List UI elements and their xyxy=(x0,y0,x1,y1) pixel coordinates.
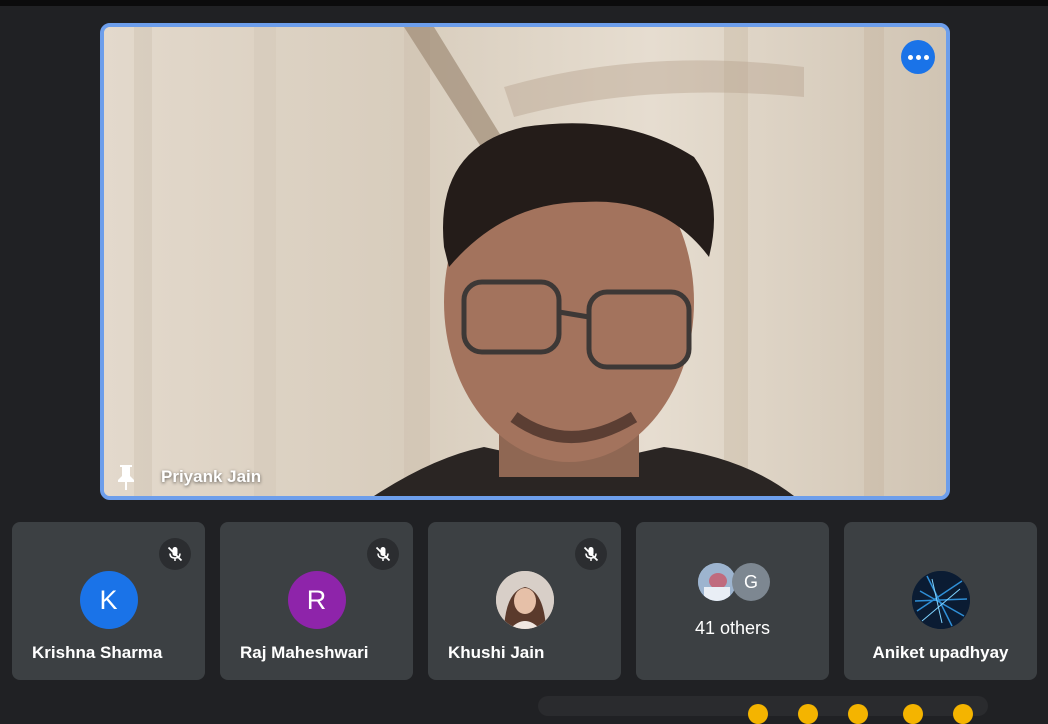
mic-off-icon xyxy=(367,538,399,570)
participant-tile[interactable]: K Krishna Sharma xyxy=(12,522,205,680)
participant-name: Krishna Sharma xyxy=(32,643,163,662)
participant-name: Aniket upadhyay xyxy=(872,643,1009,662)
main-video-tile[interactable]: Priyank Jain xyxy=(100,23,950,500)
video-feed xyxy=(104,27,946,496)
more-dot xyxy=(923,54,929,60)
reactions-bar[interactable] xyxy=(538,696,988,724)
others-tile[interactable]: G 41 others xyxy=(636,522,829,680)
participant-tile[interactable]: R Raj Maheshwari xyxy=(220,522,413,680)
reaction-icon[interactable] xyxy=(848,704,868,724)
avatar-photo xyxy=(911,571,970,629)
more-horizontal-icon xyxy=(907,54,913,60)
top-strip xyxy=(0,0,1048,6)
participant-name: Khushi Jain xyxy=(448,643,545,662)
avatar: R xyxy=(287,571,346,629)
others-avatars: G xyxy=(696,563,776,603)
reaction-icon[interactable] xyxy=(798,704,818,724)
mic-off-icon xyxy=(159,538,191,570)
more-options-button[interactable] xyxy=(901,40,935,74)
more-dot xyxy=(915,54,921,60)
participant-name: Raj Maheshwari xyxy=(240,643,369,662)
reaction-icon[interactable] xyxy=(903,704,923,724)
participant-tile[interactable]: Khushi Jain xyxy=(428,522,621,680)
avatar-photo xyxy=(698,563,736,601)
mic-off-icon xyxy=(575,538,607,570)
presenter-name: Priyank Jain xyxy=(161,467,262,486)
reaction-icon[interactable] xyxy=(748,704,768,724)
pin-icon[interactable] xyxy=(114,463,138,491)
avatar: K xyxy=(79,571,138,629)
avatar-photo xyxy=(495,571,554,629)
participant-tile[interactable]: Aniket upadhyay xyxy=(844,522,1037,680)
others-count: 41 others xyxy=(694,618,771,638)
avatar: G xyxy=(732,563,770,601)
reaction-icon[interactable] xyxy=(953,704,973,724)
